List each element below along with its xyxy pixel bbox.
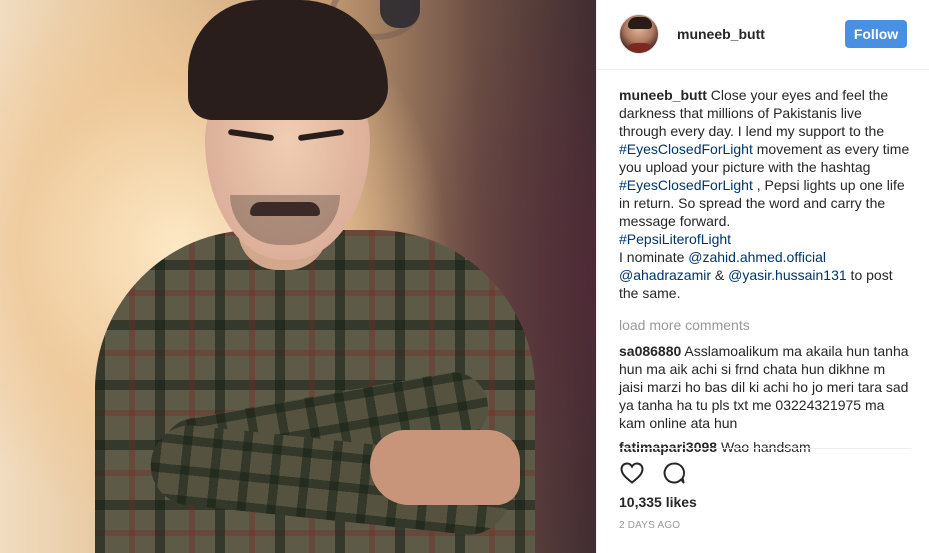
likes-count[interactable]: 10,335 likes xyxy=(619,494,697,510)
post-photo[interactable] xyxy=(0,0,596,553)
follow-button[interactable]: Follow xyxy=(845,20,907,48)
heart-icon[interactable] xyxy=(619,460,645,486)
person-mustache xyxy=(250,202,320,216)
hashtag-link[interactable]: #EyesClosedForLight xyxy=(619,141,753,157)
avatar-shirt xyxy=(624,43,656,53)
comment-item: fatimapari3098 Wao handsam xyxy=(619,438,911,456)
mention-link[interactable]: @ahadrazamir xyxy=(619,267,711,283)
comment-username[interactable]: sa086880 xyxy=(619,343,681,359)
header-username[interactable]: muneeb_butt xyxy=(677,26,765,42)
hashtag-link[interactable]: #PepsiLiterofLight xyxy=(619,231,731,247)
comment-text: Wao handsam xyxy=(717,439,811,455)
comments-section: muneeb_butt Close your eyes and feel the… xyxy=(619,86,911,456)
mention-link[interactable]: @zahid.ahmed.official xyxy=(688,249,826,265)
post-header: muneeb_butt Follow xyxy=(597,0,929,70)
caption-text: & xyxy=(711,267,729,283)
post-actions xyxy=(619,458,911,488)
comment-item: sa086880 Asslamoalikum ma akaila hun tan… xyxy=(619,342,911,432)
comment-icon[interactable] xyxy=(661,460,687,486)
load-more-comments[interactable]: load more comments xyxy=(619,316,911,334)
divider xyxy=(619,448,911,449)
post-sidebar: muneeb_butt Follow muneeb_butt Close you… xyxy=(596,0,929,553)
avatar-hair xyxy=(628,17,652,29)
hashtag-link[interactable]: #EyesClosedForLight xyxy=(619,177,753,193)
caption-username[interactable]: muneeb_butt xyxy=(619,87,707,103)
mention-link[interactable]: @yasir.hussain131 xyxy=(728,267,847,283)
caption-text: I nominate xyxy=(619,249,689,265)
caption: muneeb_butt Close your eyes and feel the… xyxy=(619,86,911,302)
avatar[interactable] xyxy=(619,14,659,54)
comment-username[interactable]: fatimapari3098 xyxy=(619,439,717,455)
post-timestamp[interactable]: 2 DAYS AGO xyxy=(619,520,680,531)
post-view: muneeb_butt Follow muneeb_butt Close you… xyxy=(0,0,929,553)
person-hand xyxy=(370,430,520,505)
